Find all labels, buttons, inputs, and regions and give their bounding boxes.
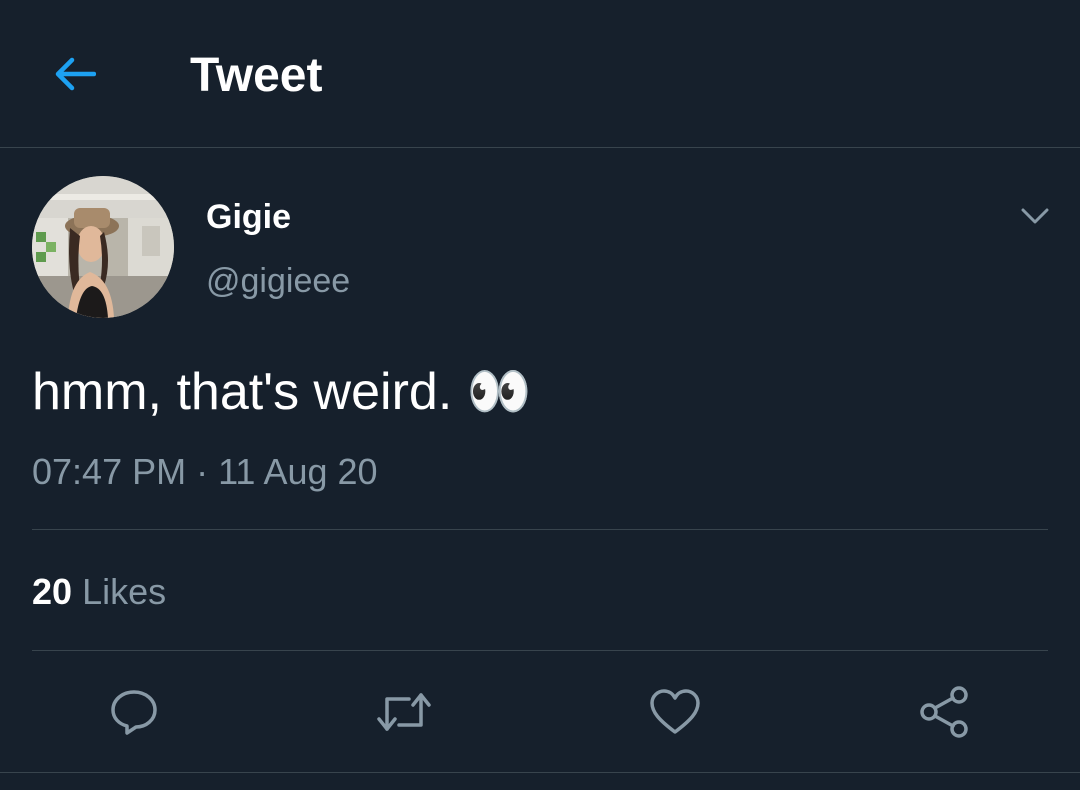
divider [32,529,1048,530]
heart-icon [650,689,700,734]
divider [0,772,1080,773]
likes-stat[interactable]: 20 Likes [32,570,166,614]
tweet-detail-page: Tweet Gigie @gigieee hmm, that's weird. … [0,0,1080,790]
reply-button[interactable] [104,682,164,742]
likes-label: Likes [82,571,167,612]
share-button[interactable] [914,682,974,742]
back-button[interactable] [44,46,104,102]
retweet-button[interactable] [374,682,434,742]
arrow-left-icon [55,57,96,91]
author-display-name[interactable]: Gigie [206,196,291,238]
retweet-icon [377,693,431,731]
chevron-down-icon [1021,208,1049,224]
reply-icon [111,690,157,735]
avatar[interactable] [32,176,174,318]
likes-count: 20 [32,571,73,612]
divider [32,650,1048,651]
more-options-button[interactable] [1010,196,1060,236]
author-handle[interactable]: @gigieee [206,260,350,302]
top-bar: Tweet [0,0,1080,148]
like-button[interactable] [645,682,705,742]
tweet-text: hmm, that's weird. 👀 [32,363,532,421]
page-title: Tweet [190,49,323,102]
tweet-timestamp: 07:47 PM · 11 Aug 20 [32,451,378,492]
share-icon [920,686,968,738]
profile-photo [32,176,174,318]
